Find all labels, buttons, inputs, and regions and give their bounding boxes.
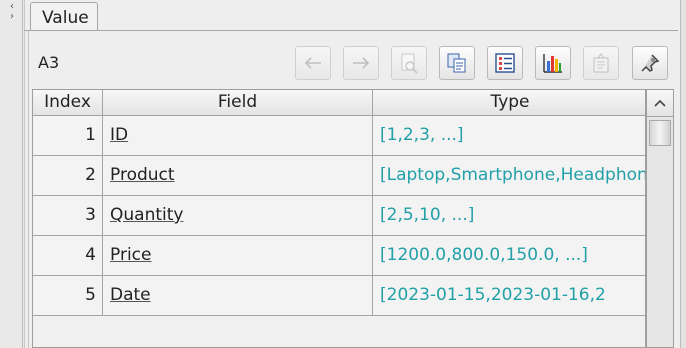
table-row[interactable]: 2 Product [Laptop,Smartphone,Headphones [33, 156, 645, 196]
table-row[interactable]: 1 ID [1,2,3, ...] [33, 116, 645, 156]
field-name[interactable]: ID [110, 125, 128, 145]
table-row[interactable]: 5 Date [2023-01-15,2023-01-16,2 [33, 276, 645, 316]
export-icon [593, 53, 609, 73]
vertical-scrollbar[interactable] [646, 89, 674, 348]
column-header-field[interactable]: Field [103, 90, 373, 116]
forward-button[interactable] [343, 46, 379, 80]
export-button[interactable] [583, 46, 619, 80]
chart-button[interactable] [535, 46, 571, 80]
field-name[interactable]: Date [110, 285, 151, 305]
table-row[interactable]: 4 Price [1200.0,800.0,150.0, ...] [33, 236, 645, 276]
right-panel-edge [680, 0, 686, 348]
row-index: 2 [33, 156, 103, 196]
preview-icon [401, 53, 418, 74]
preview-button[interactable] [391, 46, 427, 80]
row-index: 1 [33, 116, 103, 156]
cell-name-label: A3 [38, 53, 60, 72]
back-button[interactable] [295, 46, 331, 80]
type-value[interactable]: [Laptop,Smartphone,Headphones [373, 156, 645, 196]
column-header-index[interactable]: Index [33, 90, 103, 116]
field-name[interactable]: Product [110, 165, 175, 185]
chart-icon [543, 54, 562, 73]
field-name[interactable]: Price [110, 245, 151, 265]
pin-button[interactable] [632, 46, 668, 80]
left-splitter[interactable]: ‹ › [0, 0, 25, 348]
copy-icon [447, 53, 466, 73]
scrollbar-thumb[interactable] [649, 120, 671, 146]
chevron-up-icon [654, 99, 666, 107]
forward-icon [353, 57, 370, 69]
type-value[interactable]: [2,5,10, ...] [373, 196, 645, 236]
row-index: 3 [33, 196, 103, 236]
type-value[interactable]: [1200.0,800.0,150.0, ...] [373, 236, 645, 276]
row-index: 4 [33, 236, 103, 276]
field-link[interactable]: Product [103, 156, 373, 196]
field-link[interactable]: Date [103, 276, 373, 316]
field-link[interactable]: Price [103, 236, 373, 276]
column-header-type[interactable]: Type [373, 90, 645, 116]
field-link[interactable]: Quantity [103, 196, 373, 236]
field-link[interactable]: ID [103, 116, 373, 156]
back-icon [304, 57, 321, 69]
scroll-up-button[interactable] [647, 90, 673, 117]
type-value[interactable]: [2023-01-15,2023-01-16,2 [373, 276, 645, 316]
list-icon [495, 53, 515, 73]
copy-button[interactable] [439, 46, 475, 80]
tab-value[interactable]: Value [30, 2, 98, 30]
field-name[interactable]: Quantity [110, 205, 183, 225]
splitter-divider [22, 0, 23, 348]
list-button[interactable] [487, 46, 523, 80]
collapse-right-icon[interactable]: › [10, 12, 14, 22]
pin-icon [641, 54, 660, 72]
value-table: Index Field Type 1 ID [1,2,3, ...] 2 Pro… [32, 89, 646, 348]
table-row[interactable]: 3 Quantity [2,5,10, ...] [33, 196, 645, 236]
type-value[interactable]: [1,2,3, ...] [373, 116, 645, 156]
row-index: 5 [33, 276, 103, 316]
